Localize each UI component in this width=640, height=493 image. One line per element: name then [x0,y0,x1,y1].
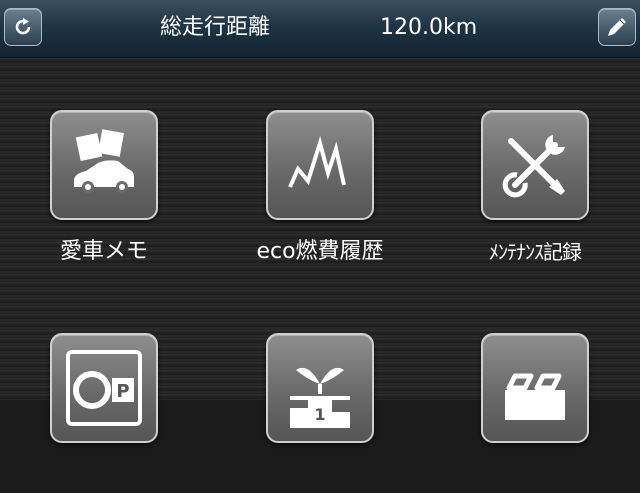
edit-button[interactable] [598,8,636,46]
fuel-graph-icon [288,135,346,188]
menu-grid: 愛車メモ eco燃費履歴 ﾒﾝﾃﾅﾝｽ記録 P 1 [0,58,640,443]
tire-tile[interactable] [481,333,589,443]
maintenance-tile[interactable] [481,110,589,220]
edit-pencil-icon [608,18,626,36]
maintenance-label: ﾒﾝﾃﾅﾝｽ記録 [489,240,582,264]
parking-icon: P [66,350,142,426]
eco-ranking-label [220,457,420,493]
fuel-history-tile[interactable] [266,110,374,220]
tire-icon [505,373,565,420]
car-memo-tile[interactable] [50,110,158,220]
svg-text:P: P [116,381,129,402]
parking-tile[interactable]: P [50,333,158,443]
refresh-icon [15,18,31,35]
parking-label [4,457,204,493]
car-memo-icon [74,129,134,193]
refresh-button[interactable] [4,8,42,46]
car-memo-label: 愛車メモ [59,239,148,264]
tire-label [435,457,635,493]
fuel-history-label: eco燃費履歴 [256,239,384,264]
eco-ranking-icon: 1 [290,367,350,428]
total-distance-value: 120.0km [380,15,478,40]
wrench-screwdriver-icon [502,135,565,198]
svg-text:1: 1 [314,405,325,424]
total-distance-title: 総走行距離 [160,15,271,40]
eco-ranking-tile[interactable]: 1 [266,333,374,443]
header-bar: 総走行距離 120.0km [0,0,640,58]
